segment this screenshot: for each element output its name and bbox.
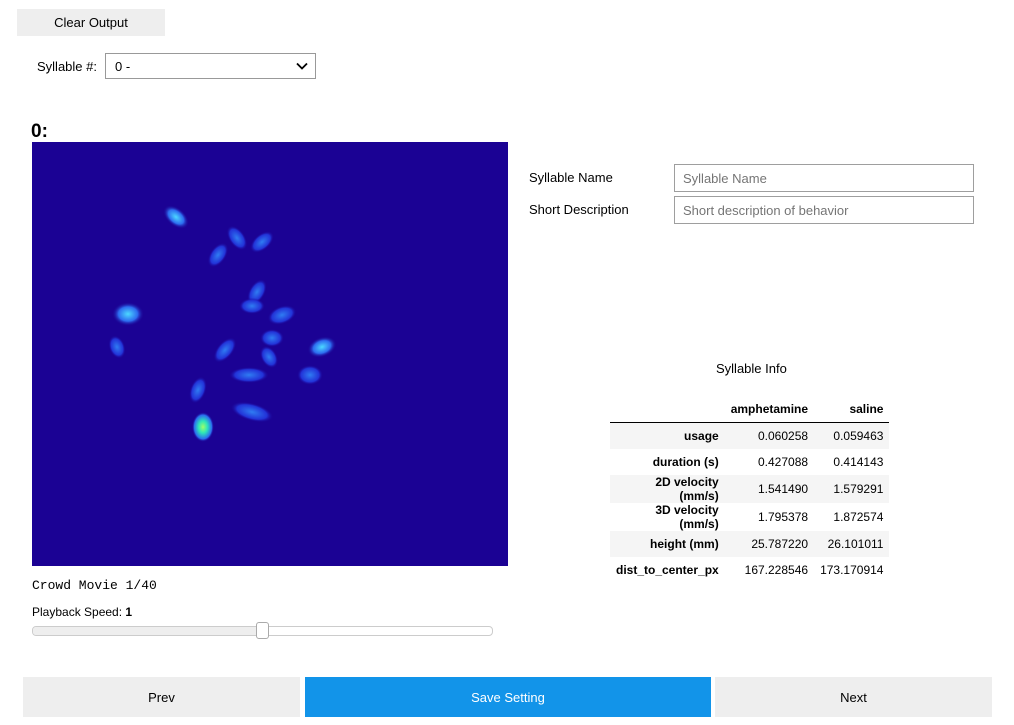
table-cell: 167.228546 [744,563,809,577]
short-description-label: Short Description [529,202,629,217]
syllable-info-title: Syllable Info [716,361,787,376]
table-cell: 1.541490 [724,475,815,503]
syllable-select-label: Syllable #: [37,59,97,74]
table-cell: 1.579291 [814,475,890,503]
table-cell: 26.101011 [814,531,890,557]
syllable-select[interactable]: 0 - [105,53,316,79]
crowd-movie [32,142,508,566]
table-cell: 1.795378 [758,510,809,524]
table-cell: 25.787220 [724,531,815,557]
table-corner [610,396,725,423]
table-header-row: amphetamine saline [610,396,890,423]
row-label: dist_to_center_px [616,563,719,577]
movie-caption: Crowd Movie 1/40 [32,578,157,593]
table-row: 3D velocity (mm/s) 1.795378 1.872574 [610,503,889,531]
table-row: dist_to_center_px 167.228546 173.170914 [610,557,889,583]
table-row: 2D velocity (mm/s) 1.541490 1.579291 [610,475,890,503]
syllable-select-value: 0 - [115,59,131,74]
table-cell: 1.872574 [833,510,884,524]
chevron-down-icon [296,62,308,70]
row-label: 2D velocity (mm/s) [610,475,725,503]
syllable-name-input[interactable] [674,164,974,192]
table-row: duration (s) 0.427088 0.414143 [610,449,889,475]
short-description-input[interactable] [674,196,974,224]
playback-speed-value: 1 [125,605,133,619]
next-button[interactable]: Next [715,677,992,717]
row-label: 3D velocity (mm/s) [655,503,719,531]
row-label: height (mm) [610,531,725,557]
row-label: usage [610,422,725,449]
playback-speed-label: Playback Speed: 1 [32,605,132,619]
clear-output-button[interactable]: Clear Output [17,9,165,36]
playback-speed-text: Playback Speed: [32,605,123,619]
table-cell: 0.414143 [833,455,884,469]
prev-button[interactable]: Prev [23,677,300,717]
slider-handle[interactable] [256,622,269,639]
table-cell: 0.060258 [724,422,815,449]
column-header: saline [814,396,890,423]
mouse-blobs [108,205,337,442]
playback-speed-slider[interactable] [32,622,493,639]
table-cell: 0.059463 [814,422,890,449]
syllable-heading: 0: [31,121,48,142]
save-setting-button[interactable]: Save Setting [305,677,711,717]
crowd-movie-frame [108,205,337,442]
row-label: duration (s) [652,455,719,469]
syllable-info-table: amphetamine saline usage 0.060258 0.0594… [610,396,890,583]
syllable-name-label: Syllable Name [529,170,613,185]
slider-fill [33,627,263,635]
table-cell: 173.170914 [820,563,884,577]
table-row: usage 0.060258 0.059463 [610,422,890,449]
table-cell: 0.427088 [758,455,809,469]
table-row: height (mm) 25.787220 26.101011 [610,531,890,557]
column-header: amphetamine [724,396,815,423]
